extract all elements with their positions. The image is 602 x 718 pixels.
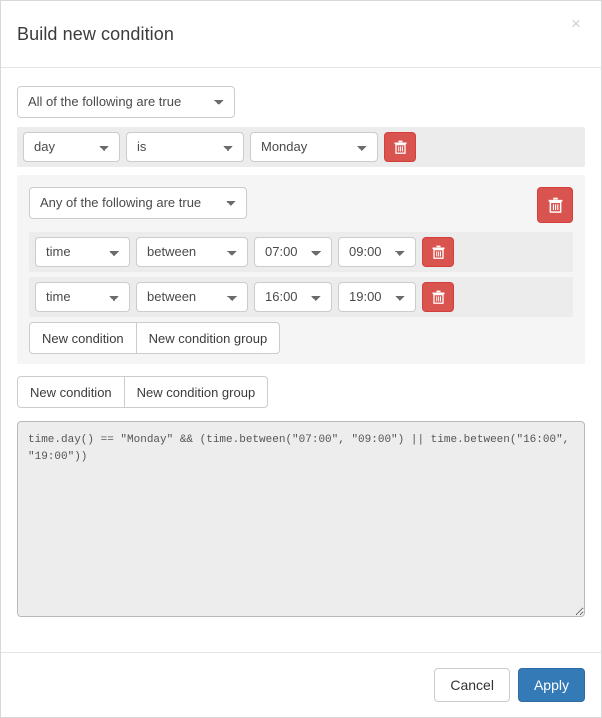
group-match-type-select[interactable]: Any of the following are true xyxy=(29,187,247,219)
root-action-button-group: New condition New condition group xyxy=(17,376,269,408)
trash-icon xyxy=(432,245,444,259)
group-new-condition-group-button[interactable]: New condition group xyxy=(135,322,281,354)
delete-condition-group-button[interactable] xyxy=(537,187,573,223)
trash-icon xyxy=(432,290,444,304)
modal-header: Build new condition × xyxy=(1,1,601,68)
condition-group: Any of the following are true time betwe… xyxy=(17,175,585,364)
page-title: Build new condition xyxy=(17,23,175,44)
delete-condition-button[interactable] xyxy=(422,282,454,312)
condition-value-to-select[interactable]: 19:00 xyxy=(338,282,416,312)
condition-row: time between 07:00 09:00 xyxy=(29,232,573,272)
condition-value-select[interactable]: Monday xyxy=(250,132,378,162)
group-new-condition-button[interactable]: New condition xyxy=(29,322,137,354)
group-action-button-group: New condition New condition group xyxy=(29,322,281,354)
delete-condition-button[interactable] xyxy=(384,132,416,162)
root-match-type-select[interactable]: All of the following are true xyxy=(17,86,235,118)
delete-condition-button[interactable] xyxy=(422,237,454,267)
condition-group-actions: New condition New condition group xyxy=(29,322,573,354)
cancel-button[interactable]: Cancel xyxy=(434,668,510,702)
modal-body: All of the following are true day is Mon… xyxy=(1,68,601,652)
root-match-type-row: All of the following are true xyxy=(17,86,585,118)
trash-icon xyxy=(548,197,562,213)
condition-row: day is Monday xyxy=(17,127,585,167)
condition-operator-select[interactable]: is xyxy=(126,132,244,162)
condition-field-select[interactable]: time xyxy=(35,282,130,312)
root-actions: New condition New condition group xyxy=(17,376,585,408)
condition-value-from-select[interactable]: 07:00 xyxy=(254,237,332,267)
condition-value-to-select[interactable]: 09:00 xyxy=(338,237,416,267)
condition-field-select[interactable]: day xyxy=(23,132,120,162)
new-condition-group-button[interactable]: New condition group xyxy=(123,376,269,408)
expression-textarea[interactable] xyxy=(17,421,585,617)
modal-footer: Cancel Apply xyxy=(1,652,601,717)
condition-operator-select[interactable]: between xyxy=(136,282,248,312)
condition-field-select[interactable]: time xyxy=(35,237,130,267)
close-icon[interactable]: × xyxy=(565,13,587,35)
condition-row: time between 16:00 19:00 xyxy=(29,277,573,317)
trash-icon xyxy=(394,140,406,154)
build-condition-modal: Build new condition × All of the followi… xyxy=(0,0,602,718)
apply-button[interactable]: Apply xyxy=(517,668,585,702)
condition-value-from-select[interactable]: 16:00 xyxy=(254,282,332,312)
new-condition-button[interactable]: New condition xyxy=(17,376,125,408)
root-condition-builder: All of the following are true day is Mon… xyxy=(17,86,585,408)
condition-operator-select[interactable]: between xyxy=(136,237,248,267)
condition-group-header: Any of the following are true xyxy=(29,187,573,223)
